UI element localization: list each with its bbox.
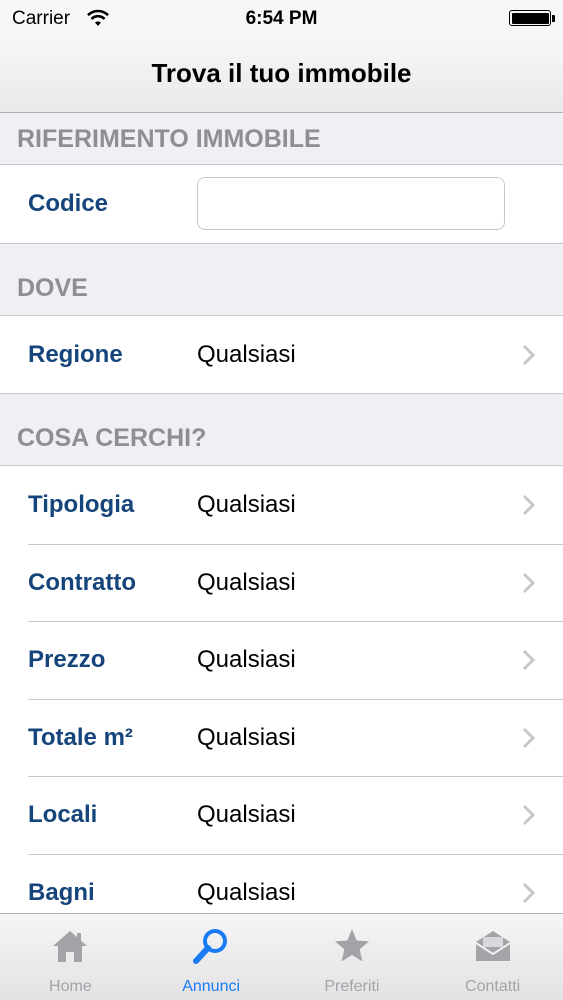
battery-icon bbox=[509, 10, 551, 26]
codice-label: Codice bbox=[28, 190, 109, 217]
prezzo-label: Prezzo bbox=[28, 646, 106, 673]
section-header-riferimento: RIFERIMENTO IMMOBILE bbox=[0, 113, 563, 165]
section-header-cosa-cerchi: COSA CERCHI? bbox=[0, 394, 563, 466]
prezzo-value: Qualsiasi bbox=[197, 646, 296, 673]
chevron-right-icon bbox=[522, 344, 536, 365]
row-prezzo[interactable]: Prezzo Qualsiasi bbox=[0, 621, 563, 699]
tipologia-value: Qualsiasi bbox=[197, 491, 296, 518]
tipologia-label: Tipologia bbox=[28, 491, 135, 518]
page-title: Trova il tuo immobile bbox=[151, 58, 412, 88]
chevron-right-icon bbox=[522, 494, 536, 516]
house-icon bbox=[53, 931, 88, 962]
tab-home-label: Home bbox=[49, 978, 92, 995]
locali-label: Locali bbox=[28, 801, 98, 828]
contratto-value: Qualsiasi bbox=[197, 568, 296, 596]
group-riferimento: Codice bbox=[0, 165, 563, 244]
group-dove: Regione Qualsiasi bbox=[0, 315, 563, 394]
tab-preferiti[interactable]: Preferiti bbox=[282, 914, 423, 1000]
row-codice: Codice bbox=[0, 165, 563, 243]
status-bar: Carrier 6:54 PM bbox=[0, 0, 563, 38]
tab-annunci[interactable]: Annunci bbox=[141, 914, 282, 1000]
tab-annunci-label: Annunci bbox=[182, 978, 241, 995]
tab-preferiti-label: Preferiti bbox=[324, 978, 380, 995]
clock: 6:54 PM bbox=[245, 8, 318, 29]
magnifier-icon bbox=[193, 929, 228, 964]
row-bagni[interactable]: Bagni Qualsiasi bbox=[0, 853, 563, 914]
locali-value: Qualsiasi bbox=[197, 801, 296, 828]
chevron-right-icon bbox=[522, 649, 536, 671]
totale-mq-label: Totale m² bbox=[28, 723, 133, 751]
tab-contatti-label: Contatti bbox=[465, 978, 521, 995]
row-tipologia[interactable]: Tipologia Qualsiasi bbox=[0, 466, 563, 544]
group-cosa-cerchi: Tipologia Qualsiasi Contratto Qualsiasi … bbox=[0, 466, 563, 913]
bagni-value: Qualsiasi bbox=[197, 878, 296, 906]
star-icon bbox=[334, 929, 369, 962]
chevron-right-icon bbox=[522, 882, 536, 903]
chevron-right-icon bbox=[522, 727, 536, 748]
row-locali[interactable]: Locali Qualsiasi bbox=[0, 776, 563, 854]
tab-bar: Home Annunci Preferiti Contatti bbox=[0, 913, 563, 1000]
chevron-right-icon bbox=[522, 572, 536, 593]
section-header-dove: DOVE bbox=[0, 243, 563, 316]
bagni-label: Bagni bbox=[28, 878, 95, 906]
search-form[interactable]: RIFERIMENTO IMMOBILE Codice DOVE Regione… bbox=[0, 113, 563, 913]
battery-tip bbox=[552, 15, 555, 22]
chevron-right-icon bbox=[522, 804, 536, 826]
tab-contatti[interactable]: Contatti bbox=[422, 914, 563, 1000]
row-totale-mq[interactable]: Totale m² Qualsiasi bbox=[0, 698, 563, 777]
envelope-icon bbox=[475, 931, 511, 961]
row-contratto[interactable]: Contratto Qualsiasi bbox=[0, 543, 563, 622]
contratto-label: Contratto bbox=[28, 568, 136, 596]
navigation-bar: Trova il tuo immobile bbox=[0, 38, 563, 113]
regione-label: Regione bbox=[28, 340, 123, 368]
totale-mq-value: Qualsiasi bbox=[197, 723, 296, 751]
regione-value: Qualsiasi bbox=[197, 340, 296, 368]
tab-home[interactable]: Home bbox=[0, 914, 141, 1000]
codice-input[interactable] bbox=[197, 177, 505, 230]
row-regione[interactable]: Regione Qualsiasi bbox=[0, 316, 563, 394]
